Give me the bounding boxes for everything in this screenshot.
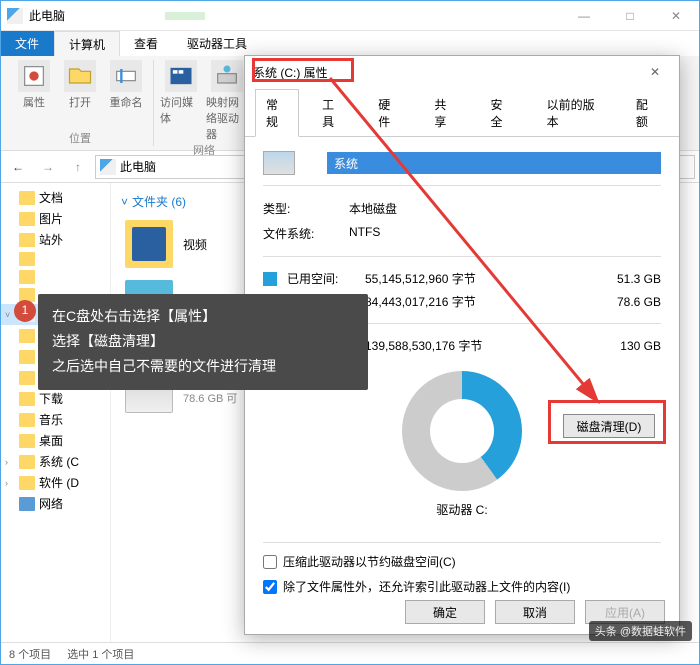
breadcrumb-text: 此电脑 xyxy=(120,158,156,175)
tree-node[interactable] xyxy=(1,268,110,286)
dialog-tab[interactable]: 以前的版本 xyxy=(536,89,613,137)
used-color-swatch xyxy=(263,272,277,286)
ribbon-media[interactable]: 访问媒体 xyxy=(160,60,202,142)
tree-node[interactable]: 文档 xyxy=(1,187,110,208)
status-count: 8 个项目 xyxy=(9,646,51,662)
used-bytes: 55,145,512,960 字节 xyxy=(365,270,591,287)
usage-donut-chart xyxy=(402,371,522,491)
volume-label-input[interactable] xyxy=(327,152,661,174)
callout-line3: 之后选中自己不需要的文件进行清理 xyxy=(52,354,354,379)
tree-node[interactable]: ›系统 (C xyxy=(1,451,110,472)
total-bytes: 139,588,530,176 字节 xyxy=(365,337,591,354)
nav-tree: 文档图片站外˅此电脑视频图片文档下载音乐桌面›系统 (C›软件 (D网络 xyxy=(1,183,111,642)
window-title: 此电脑 xyxy=(29,7,65,24)
tab-drive-tools[interactable]: 驱动器工具 xyxy=(173,31,262,56)
dialog-tab[interactable]: 常规 xyxy=(255,89,299,137)
fs-value: NTFS xyxy=(349,225,661,242)
tree-node[interactable]: ›软件 (D xyxy=(1,472,110,493)
drive-icon xyxy=(263,151,295,175)
drive-label: 驱动器 C: xyxy=(263,501,661,518)
status-bar: 8 个项目 选中 1 个项目 xyxy=(1,642,699,664)
ribbon-open[interactable]: 打开 xyxy=(59,60,101,130)
ribbon-map-drive[interactable]: 映射网络驱动器 xyxy=(206,60,248,142)
maximize-button[interactable]: □ xyxy=(607,1,653,31)
free-gb: 78.6 GB xyxy=(591,295,661,309)
videos-icon xyxy=(125,220,173,268)
dialog-tab[interactable]: 配额 xyxy=(625,89,669,137)
watermark: 头条 @数据蛙软件 xyxy=(589,621,692,641)
cancel-button[interactable]: 取消 xyxy=(495,600,575,624)
tab-view[interactable]: 查看 xyxy=(120,31,173,56)
dialog-tab[interactable]: 安全 xyxy=(480,89,524,137)
nav-forward[interactable]: → xyxy=(35,154,61,180)
ok-button[interactable]: 确定 xyxy=(405,600,485,624)
type-label: 类型: xyxy=(263,200,349,217)
nav-back[interactable]: ← xyxy=(5,154,31,180)
tree-node[interactable]: 站外 xyxy=(1,229,110,250)
dialog-tab[interactable]: 工具 xyxy=(311,89,355,137)
index-checkbox[interactable]: 除了文件属性外，还允许索引此驱动器上文件的内容(I) xyxy=(263,578,661,595)
callout-line2: 选择【磁盘清理】 xyxy=(52,329,354,354)
free-bytes: 84,443,017,216 字节 xyxy=(365,293,591,310)
pc-icon xyxy=(7,8,23,24)
callout-number: 1 xyxy=(14,300,36,322)
tab-file[interactable]: 文件 xyxy=(1,31,54,56)
close-button[interactable]: ✕ xyxy=(653,1,699,31)
annotation-callout: 1 在C盘处右击选择【属性】 选择【磁盘清理】 之后选中自己不需要的文件进行清理 xyxy=(38,294,368,390)
nav-up[interactable]: ↑ xyxy=(65,154,91,180)
fs-label: 文件系统: xyxy=(263,225,349,242)
tree-node[interactable]: 网络 xyxy=(1,493,110,514)
tree-node[interactable]: 图片 xyxy=(1,208,110,229)
dialog-tab[interactable]: 硬件 xyxy=(367,89,411,137)
used-label: 已用空间: xyxy=(287,270,365,287)
contextual-tab-manage[interactable] xyxy=(165,12,205,20)
explorer-titlebar: 此电脑 — □ ✕ xyxy=(1,1,699,31)
tree-node[interactable] xyxy=(1,250,110,268)
total-gb: 130 GB xyxy=(591,339,661,353)
annotation-highlight-cleanup xyxy=(548,400,666,444)
tree-node[interactable]: 桌面 xyxy=(1,430,110,451)
dialog-close[interactable]: ✕ xyxy=(639,60,671,84)
dialog-tab[interactable]: 共享 xyxy=(423,89,467,137)
minimize-button[interactable]: — xyxy=(561,1,607,31)
callout-line1: 在C盘处右击选择【属性】 xyxy=(52,304,354,329)
ribbon-properties[interactable]: 属性 xyxy=(13,60,55,130)
pc-icon xyxy=(100,159,116,175)
dialog-tabs: 常规工具硬件共享安全以前的版本配额 xyxy=(245,88,679,137)
ribbon-group-location: 位置 xyxy=(69,130,91,146)
menu-tabs: 文件 计算机 查看 驱动器工具 xyxy=(1,31,699,56)
used-gb: 51.3 GB xyxy=(591,272,661,286)
type-value: 本地磁盘 xyxy=(349,200,661,217)
compress-checkbox[interactable]: 压缩此驱动器以节约磁盘空间(C) xyxy=(263,553,661,570)
tree-node[interactable]: 音乐 xyxy=(1,409,110,430)
status-selected: 选中 1 个项目 xyxy=(67,646,134,662)
tab-computer[interactable]: 计算机 xyxy=(54,31,120,56)
annotation-highlight-title xyxy=(252,58,354,82)
tree-node[interactable]: 下载 xyxy=(1,388,110,409)
ribbon-rename[interactable]: 重命名 xyxy=(105,60,147,130)
